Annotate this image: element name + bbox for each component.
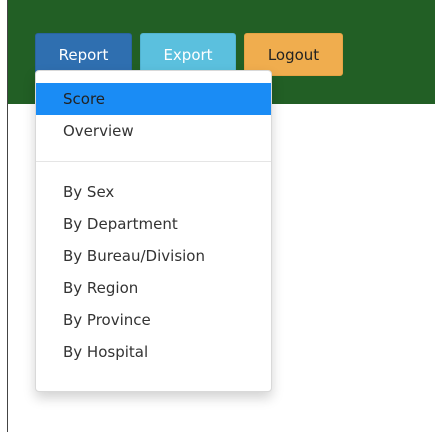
menu-item-score[interactable]: Score: [36, 83, 271, 115]
menu-item-by-region[interactable]: By Region: [36, 272, 271, 304]
menu-item-by-department[interactable]: By Department: [36, 208, 271, 240]
menu-item-by-sex[interactable]: By Sex: [36, 176, 271, 208]
menu-item-by-hospital[interactable]: By Hospital: [36, 336, 271, 368]
menu-divider: [36, 161, 271, 162]
menu-item-by-bureau-division[interactable]: By Bureau/Division: [36, 240, 271, 272]
menu-item-by-province[interactable]: By Province: [36, 304, 271, 336]
menu-item-overview[interactable]: Overview: [36, 115, 271, 147]
report-dropdown-menu: Score Overview By Sex By Department By B…: [35, 70, 272, 392]
